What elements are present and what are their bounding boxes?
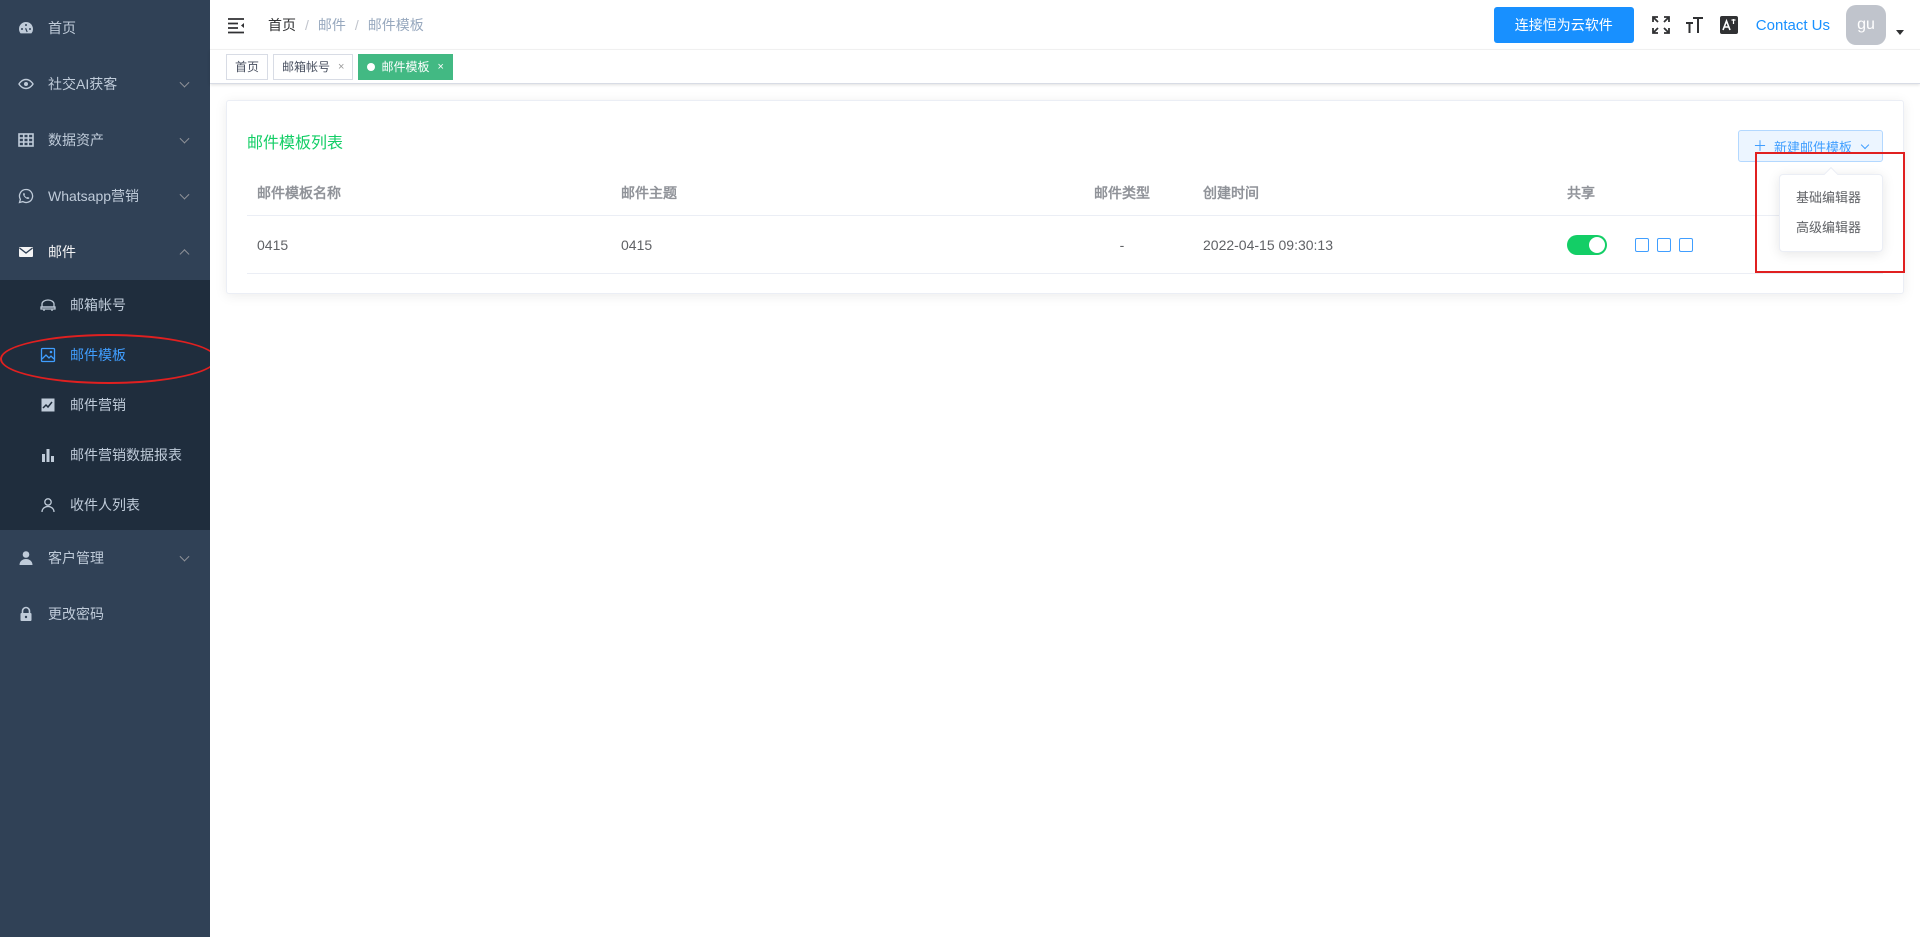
main-area: 首页 / 邮件 / 邮件模板 连接恒为云软件 Contact Us gu 首页 [210,0,1920,937]
contact-us-link[interactable]: Contact Us [1756,17,1830,34]
template-table: 邮件模板名称 邮件主题 邮件类型 创建时间 共享 0415 0415 - 202… [247,170,1883,274]
tag-home[interactable]: 首页 [226,53,269,80]
cell-subject: 0415 [621,236,653,253]
table-row: 0415 0415 - 2022-04-15 09:30:13 [247,216,1883,274]
user-icon [18,550,34,566]
sidebar-item-mail-templates[interactable]: 邮件模板 [0,330,210,380]
column-header-name: 邮件模板名称 [257,184,341,201]
row-actions [1634,237,1701,252]
sidebar-item-label: 更改密码 [48,606,104,622]
sidebar-item-customers[interactable]: 客户管理 [0,530,210,586]
tag-label: 邮箱帐号 [282,60,331,74]
sidebar-item-label: 邮件 [48,244,76,260]
column-header-subject: 邮件主题 [621,184,677,201]
person-icon [40,497,56,513]
chart-icon [40,397,56,413]
avatar[interactable]: gu [1846,5,1886,45]
sidebar-item-social-ai[interactable]: 社交AI获客 [0,56,210,112]
breadcrumb-mail: 邮件 [317,16,346,33]
column-header-shared: 共享 [1567,184,1595,201]
share-switch[interactable] [1567,234,1607,255]
sidebar-item-whatsapp[interactable]: Whatsapp营销 [0,168,210,224]
font-size-icon[interactable] [1684,14,1706,36]
sidebar-item-mail-report[interactable]: 邮件营销数据报表 [0,430,210,480]
chevron-down-icon [179,133,190,144]
dropdown-item-advanced-editor[interactable]: 高级编辑器 [1780,213,1882,243]
sidebar-item-label: 邮件营销 [70,397,126,413]
delete-icon[interactable] [1678,237,1693,252]
navbar: 首页 / 邮件 / 邮件模板 连接恒为云软件 Contact Us gu [210,0,1920,50]
sidebar-item-recipients[interactable]: 收件人列表 [0,480,210,530]
chevron-down-icon [1860,140,1870,149]
active-dot-icon [367,62,376,71]
tag-label: 邮件模板 [381,60,430,74]
mail-icon [18,244,34,260]
cell-name: 0415 [257,236,289,253]
sidebar-item-mail-accounts[interactable]: 邮箱帐号 [0,280,210,330]
sidebar-item-mail-marketing[interactable]: 邮件营销 [0,380,210,430]
sidebar-item-home[interactable]: 首页 [0,0,210,56]
sidebar-item-label: 社交AI获客 [48,76,118,92]
grid-icon [18,132,34,148]
tags-view: 首页 邮箱帐号 × 邮件模板 × [210,50,1920,84]
fullscreen-icon[interactable] [1650,14,1672,36]
dashboard-icon [18,20,34,36]
breadcrumb-separator: / [354,16,359,33]
copy-icon[interactable] [1656,237,1671,252]
cell-created: 2022-04-15 09:30:13 [1203,236,1333,253]
breadcrumb-separator: / [305,16,309,33]
right-menu: 连接恒为云软件 Contact Us gu [1493,0,1920,50]
edit-icon[interactable] [1634,237,1649,252]
breadcrumb-home[interactable]: 首页 [268,15,296,35]
bar-chart-icon [40,447,56,463]
sidebar-item-label: 数据资产 [48,132,104,148]
sidebar: 首页 社交AI获客 数据资产 Whatsapp营销 邮件 邮箱帐号 邮件模板 邮… [0,0,210,937]
card-title: 邮件模板列表 [247,135,344,152]
sidebar-item-change-password[interactable]: 更改密码 [0,586,210,642]
sidebar-item-label: 客户管理 [48,550,104,566]
breadcrumb: 首页 / 邮件 / 邮件模板 [268,15,424,35]
sidebar-item-label: 首页 [48,20,76,36]
translate-icon[interactable] [1718,14,1740,36]
hamburger-icon[interactable] [226,15,246,35]
sidebar-item-label: 邮箱帐号 [70,297,126,313]
tag-mail-accounts[interactable]: 邮箱帐号 × [273,53,354,80]
sidebar-item-label: 收件人列表 [70,497,140,513]
create-template-button[interactable]: ＋ 新建邮件模板 [1737,130,1883,162]
image-icon [40,347,56,363]
breadcrumb-current: 邮件模板 [367,16,424,33]
chevron-up-icon [179,249,190,260]
column-header-created: 创建时间 [1203,184,1259,201]
sidebar-item-label: 邮件营销数据报表 [70,447,182,463]
whatsapp-icon [18,188,34,204]
sidebar-item-label: 邮件模板 [70,347,126,363]
close-icon[interactable]: × [338,61,344,73]
cell-type: - [1119,236,1125,253]
chevron-down-icon [179,189,190,200]
column-header-type: 邮件类型 [1094,184,1150,201]
close-icon[interactable]: × [437,61,443,73]
caret-down-icon[interactable] [1896,29,1904,35]
create-template-label: 新建邮件模板 [1773,139,1852,155]
chevron-down-icon [179,551,190,562]
plus-icon: ＋ [1752,138,1767,154]
mail-submenu: 邮箱帐号 邮件模板 邮件营销 邮件营销数据报表 收件人列表 [0,280,210,530]
template-list-card: 邮件模板列表 ＋ 新建邮件模板 邮件模板名称 邮件主题 邮件类型 创建时间 共享… [226,100,1904,294]
sidebar-item-mail[interactable]: 邮件 [0,224,210,280]
dropdown-item-basic-editor[interactable]: 基础编辑器 [1780,183,1882,213]
eye-icon [18,76,34,92]
table-header: 邮件模板名称 邮件主题 邮件类型 创建时间 共享 [247,170,1883,216]
sidebar-item-label: Whatsapp营销 [48,188,140,204]
connect-cloud-button[interactable]: 连接恒为云软件 [1493,7,1634,43]
create-template-dropdown: 基础编辑器 高级编辑器 [1779,166,1883,252]
lock-icon [18,606,34,622]
envelope-icon [40,297,56,313]
tag-mail-templates[interactable]: 邮件模板 × [358,53,453,80]
cell-shared [1557,234,1693,255]
sidebar-item-data-assets[interactable]: 数据资产 [0,112,210,168]
chevron-down-icon [179,77,190,88]
tag-label: 首页 [235,60,260,74]
